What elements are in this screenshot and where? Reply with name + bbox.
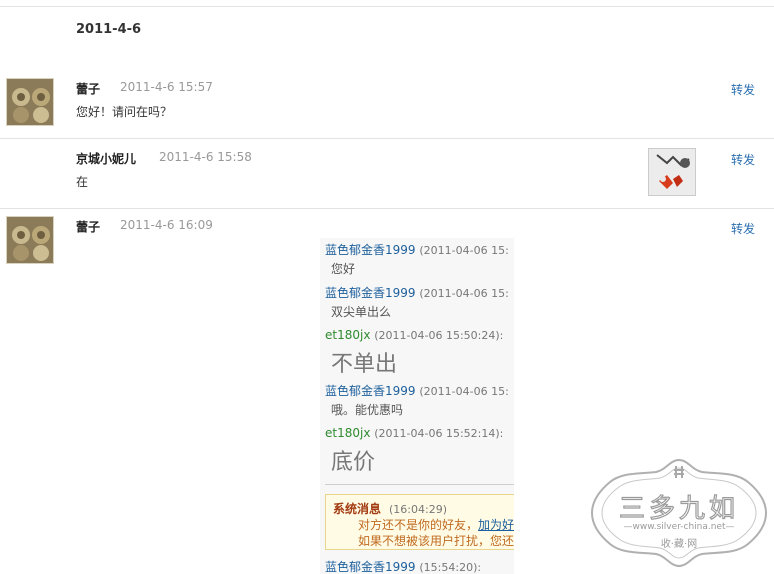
chat-sender: 蓝色郁金香1999 (325, 286, 416, 300)
watermark-title: 三多九如 (618, 493, 739, 524)
forward-link[interactable]: 转发 (731, 220, 755, 237)
chat-entry-header: 蓝色郁金香1999 (2011-04-06 15: (325, 241, 509, 258)
chat-entry-header: et180jx (2011-04-06 15:52:14): (325, 426, 503, 440)
chat-sender: et180jx (325, 426, 371, 440)
row-divider (0, 208, 774, 209)
watermark-url: —www.silver-china.net— (623, 522, 735, 532)
chat-entry-header: et180jx (2011-04-06 15:50:24): (325, 328, 503, 342)
system-message-time: (16:04:29) (389, 503, 448, 516)
system-message-title: 系统消息 (16:04:29) (333, 500, 447, 517)
chat-sender: et180jx (325, 328, 371, 342)
chat-message: 不单出 (331, 352, 398, 377)
forward-link[interactable]: 转发 (731, 81, 755, 98)
chat-timestamp: (2011-04-06 15:52:14): (374, 427, 504, 440)
sender-name[interactable]: 京城小妮儿 (76, 150, 136, 167)
watermark-url-text: www.silver-china.net (632, 522, 726, 532)
chat-sender: 蓝色郁金香1999 (325, 384, 416, 398)
chat-timestamp: (2011-04-06 15: (419, 287, 509, 300)
chat-screenshot: 蓝色郁金香1999 (2011-04-06 15: 您好 蓝色郁金香1999 (… (320, 238, 514, 574)
chat-entry-header: 蓝色郁金香1999 (2011-04-06 15: (325, 382, 509, 399)
chat-timestamp: (2011-04-06 15: (419, 385, 509, 398)
watermark-sub: 收·藏·网 (660, 539, 698, 550)
message-time: 2011-4-6 15:57 (120, 80, 213, 94)
row-divider (0, 138, 774, 139)
chat-message: 底价 (331, 450, 376, 475)
avatar[interactable] (6, 78, 54, 126)
watermark-logo: 三多九如 —www.silver-china.net— 收·藏·网 (588, 458, 770, 568)
avatar[interactable] (6, 216, 54, 264)
system-message-line: 对方还不是你的好友，加为好 (358, 516, 514, 533)
message-time: 2011-4-6 16:09 (120, 218, 213, 232)
system-message: 系统消息 (16:04:29) 对方还不是你的好友，加为好 如果不想被该用户打扰，… (325, 494, 514, 550)
date-header: 2011-4-6 (76, 22, 142, 37)
message-text: 在 (76, 175, 89, 189)
sender-name[interactable]: 蕾子 (76, 80, 100, 97)
system-message-line: 如果不想被该用户打扰，您还 (358, 534, 514, 548)
add-friend-link[interactable]: 加为好 (478, 518, 514, 532)
message-time: 2011-4-6 15:58 (159, 150, 252, 164)
chat-sender: 蓝色郁金香1999 (325, 560, 416, 574)
forward-link[interactable]: 转发 (731, 151, 755, 168)
attachment-thumbnail[interactable] (648, 148, 696, 196)
chat-timestamp: (15:54:20): (419, 561, 482, 574)
chat-entry-header: 蓝色郁金香1999 (2011-04-06 15: (325, 284, 509, 301)
message-text: 您好！请问在吗？ (76, 105, 173, 119)
chat-sender: 蓝色郁金香1999 (325, 243, 416, 257)
top-divider (0, 6, 774, 7)
sender-name[interactable]: 蕾子 (76, 218, 100, 235)
chat-message: 您好 (331, 262, 356, 276)
chat-message: 哦。能优惠吗 (331, 403, 404, 417)
system-title-text: 系统消息 (333, 502, 382, 516)
chat-message: 双尖单出么 (331, 305, 392, 319)
chat-divider (325, 484, 514, 485)
chat-entry-header: 蓝色郁金香1999 (15:54:20): (325, 558, 481, 574)
chat-timestamp: (2011-04-06 15:50:24): (374, 329, 504, 342)
chat-timestamp: (2011-04-06 15: (419, 244, 509, 257)
system-line-text: 对方还不是你的好友， (358, 518, 479, 532)
